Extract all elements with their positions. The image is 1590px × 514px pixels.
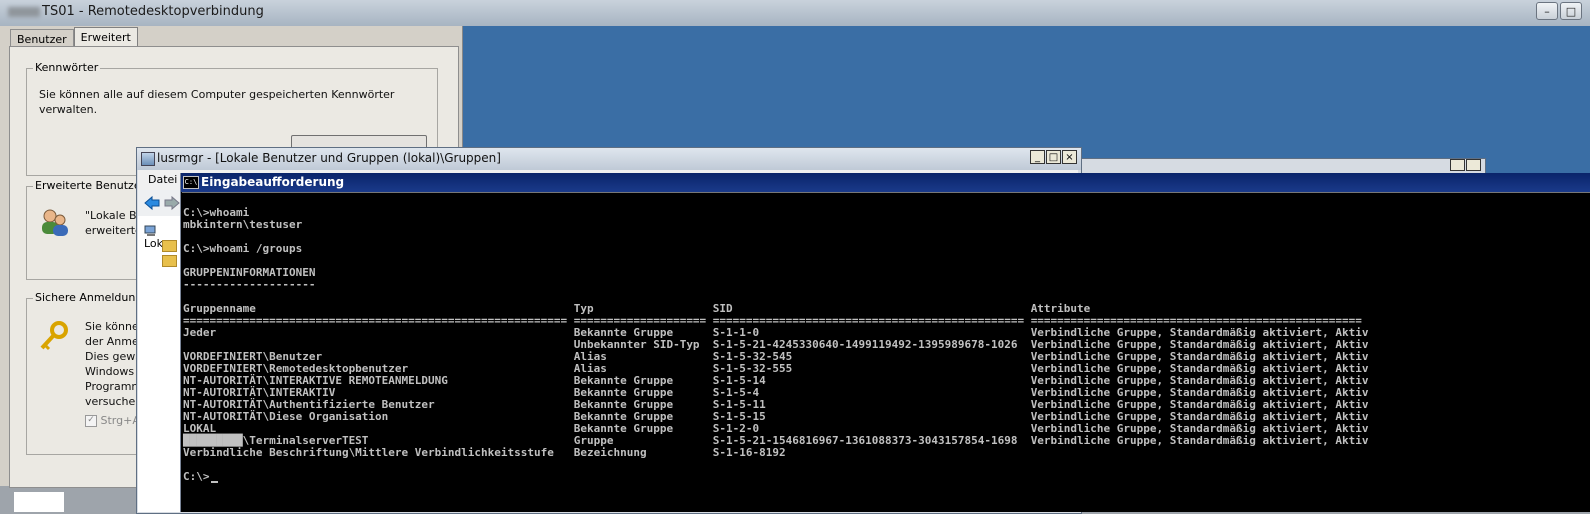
folder-icon[interactable] bbox=[162, 240, 177, 252]
cmd-title: Eingabeaufforderung bbox=[201, 175, 345, 189]
cmd-icon: C:\ bbox=[183, 176, 199, 189]
lusrmgr-window-controls: _ □ × bbox=[1030, 150, 1077, 164]
console-line: Verbindliche Beschriftung\Mittlere Verbi… bbox=[183, 446, 786, 459]
bottom-edge-element bbox=[14, 492, 64, 512]
minimize-button[interactable]: _ bbox=[1030, 150, 1045, 164]
sichere-text-4: Windows bbox=[85, 365, 135, 378]
maximize-button[interactable]: □ bbox=[1046, 150, 1061, 164]
sichere-text-5: Programn bbox=[85, 380, 139, 393]
maximize-button[interactable]: □ bbox=[1560, 2, 1582, 20]
checkbox-check-icon: ✓ bbox=[85, 415, 97, 427]
lusrmgr-title: lusrmgr - [Lokale Benutzer und Gruppen (… bbox=[157, 151, 501, 165]
console-prompt-line[interactable]: C:\> bbox=[183, 471, 218, 483]
console-prompt: C:\> bbox=[183, 470, 210, 483]
key-icon bbox=[40, 321, 68, 351]
ctrl-alt-del-checkbox-label: Strg+A bbox=[100, 414, 140, 427]
users-icon bbox=[42, 209, 68, 236]
redacted-hostname bbox=[8, 6, 40, 17]
kennwoerter-text-1: Sie können alle auf diesem Computer gesp… bbox=[39, 88, 395, 101]
forward-arrow-icon[interactable] bbox=[164, 195, 180, 211]
back-arrow-icon[interactable] bbox=[144, 195, 160, 211]
close-button[interactable]: × bbox=[1062, 150, 1077, 164]
console-line: mbkintern\testuser bbox=[183, 218, 303, 231]
close-button[interactable] bbox=[1466, 159, 1481, 171]
cmd-titlebar[interactable]: C:\ Eingabeaufforderung bbox=[181, 173, 1590, 192]
erweitert-label: Erweiterte Benutzer bbox=[33, 179, 148, 192]
sichere-text-6: versucher bbox=[85, 395, 140, 408]
background-window bbox=[1080, 158, 1486, 174]
console-line: C:\>whoami /groups bbox=[183, 242, 303, 255]
computer-icon bbox=[144, 225, 156, 236]
erweitert-text-1: "Lokale B bbox=[85, 209, 137, 222]
kennwoerter-text-2: verwalten. bbox=[39, 103, 98, 116]
sichere-text-3: Dies gewä bbox=[85, 350, 143, 363]
tree-pane: Loka bbox=[138, 216, 180, 512]
text-cursor bbox=[210, 481, 218, 483]
kennwoerter-label: Kennwörter bbox=[33, 61, 101, 74]
cmd-console[interactable]: C:\>whoami mbkintern\testuser C:\>whoami… bbox=[182, 192, 1590, 511]
sichere-anmeldung-label: Sichere Anmeldung bbox=[33, 291, 145, 304]
lusrmgr-titlebar[interactable]: lusrmgr - [Lokale Benutzer und Gruppen (… bbox=[137, 148, 1081, 170]
erweitert-text-2: erweiterte bbox=[85, 224, 142, 237]
sichere-text-2: der Anme bbox=[85, 335, 139, 348]
background-window-controls bbox=[1450, 159, 1481, 171]
ctrl-alt-del-checkbox[interactable]: ✓ Strg+A bbox=[85, 413, 140, 428]
rdp-titlebar[interactable]: TS01 - Remotedesktopverbindung – □ bbox=[0, 0, 1590, 27]
sichere-text-1: Sie könne bbox=[85, 320, 139, 333]
minimize-button[interactable] bbox=[1450, 159, 1465, 171]
computer-management-icon bbox=[141, 152, 155, 166]
rdp-window-controls: – □ bbox=[1536, 2, 1582, 20]
minimize-button[interactable]: – bbox=[1536, 2, 1558, 20]
cmd-window: C:\ Eingabeaufforderung C:\>whoami mbkin… bbox=[180, 173, 1590, 512]
console-line: -------------------- bbox=[183, 278, 316, 291]
folder-icon[interactable] bbox=[162, 255, 177, 267]
rdp-window-title: TS01 - Remotedesktopverbindung bbox=[8, 4, 264, 19]
menu-datei[interactable]: Datei bbox=[148, 173, 177, 186]
